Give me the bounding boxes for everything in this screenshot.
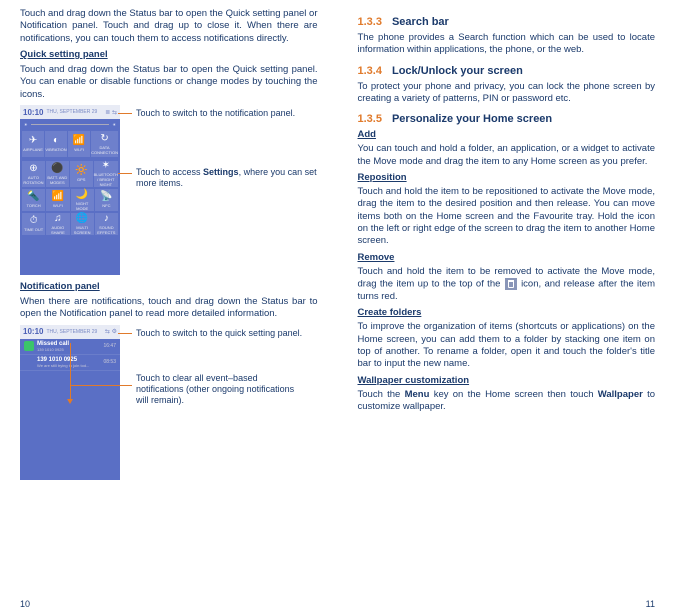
quick-tile: 🔆GPS [70,161,93,187]
status-time: 10:10 [23,108,43,117]
status-time-2: 10:10 [23,327,43,336]
quick-tile: ◐VIBRATION [45,131,67,157]
heading-lock-unlock: 1.3.4Lock/Unlock your screen [358,65,656,77]
quick-tile: ⏱TIME OUT [22,213,45,235]
search-bar-body: The phone provides a Search function whi… [358,32,656,57]
quick-tile: ✈AIRPLANE [22,131,44,157]
delete-icon [505,278,517,290]
page-number-right: 11 [646,599,655,609]
intro-paragraph: Touch and drag down the Status bar to op… [20,8,318,45]
page-number-left: 10 [20,599,30,609]
status-date: THU, SEPTEMBER 29 [46,109,97,115]
quick-tile: 🌐MULTI SCREEN [71,213,94,235]
quick-tile: 📶WI-FI [46,189,69,211]
callout-access-settings: Touch to access Settings, where you can … [136,167,318,190]
quick-settings-screenshot: 10:10 THU, SEPTEMBER 29 ≣ ⇆ ☀☀ ✈AIRPLANE… [20,105,120,275]
quick-tile: ♪SOUND EFFECTS [95,213,118,235]
switch-icon: ≣ ⇆ [105,109,117,116]
quick-settings-figure: 10:10 THU, SEPTEMBER 29 ≣ ⇆ ☀☀ ✈AIRPLANE… [20,105,318,275]
lock-unlock-body: To protect your phone and privacy, you c… [358,81,656,106]
subhead-reposition: Reposition [358,172,656,183]
quick-tile: 📡NFC [95,189,118,211]
switch-icon-2: ⇆ ⚙ [105,328,117,335]
quick-tile: ⚫BATT. AND MODES [46,161,69,187]
reposition-body: Touch and hold the item to be reposition… [358,186,656,248]
heading-personalize: 1.3.5Personalize your Home screen [358,113,656,125]
notification-figure: 10:10 THU, SEPTEMBER 29 ⇆ ⚙ Missed call1… [20,325,318,480]
quick-tile: 🌙NIGHT MODE [71,189,94,211]
quick-tile: 🔦TORCH [22,189,45,211]
quick-tile: ↻DATA CONNECTION [91,131,118,157]
subhead-remove: Remove [358,252,656,263]
remove-body: Touch and hold the item to be removed to… [358,266,656,304]
callout-switch-notif: Touch to switch to the notification pane… [136,108,295,119]
quick-tile: 📶WI-FI [68,131,90,157]
add-body: You can touch and hold a folder, an appl… [358,143,656,168]
quick-tile: ♫AUDIO SHARE [46,213,69,235]
right-page: 1.3.3Search bar The phone provides a Sea… [338,0,675,615]
left-page: Touch and drag down the Status bar to op… [0,0,338,615]
quick-setting-heading: Quick setting panel [20,49,318,60]
quick-tile: ⊕AUTO ROTATION [22,161,45,187]
create-folders-body: To improve the organization of items (sh… [358,321,656,370]
wallpaper-body: Touch the Menu key on the Home screen th… [358,389,656,414]
notification-body: When there are notifications, touch and … [20,296,318,321]
subhead-add: Add [358,129,656,140]
callout-switch-quick: Touch to switch to the quick setting pan… [136,328,302,339]
notification-heading: Notification panel [20,281,318,292]
callout-clear-notifications: Touch to clear all event–based notificat… [136,373,296,407]
quick-tile: ✶BLUETOOTH / BRIGHT NIGHT [94,161,118,187]
heading-search-bar: 1.3.3Search bar [358,16,656,28]
subhead-create-folders: Create folders [358,307,656,318]
status-date-2: THU, SEPTEMBER 29 [46,329,97,335]
subhead-wallpaper: Wallpaper customization [358,375,656,386]
quick-setting-body: Touch and drag down the Status bar to op… [20,64,318,101]
